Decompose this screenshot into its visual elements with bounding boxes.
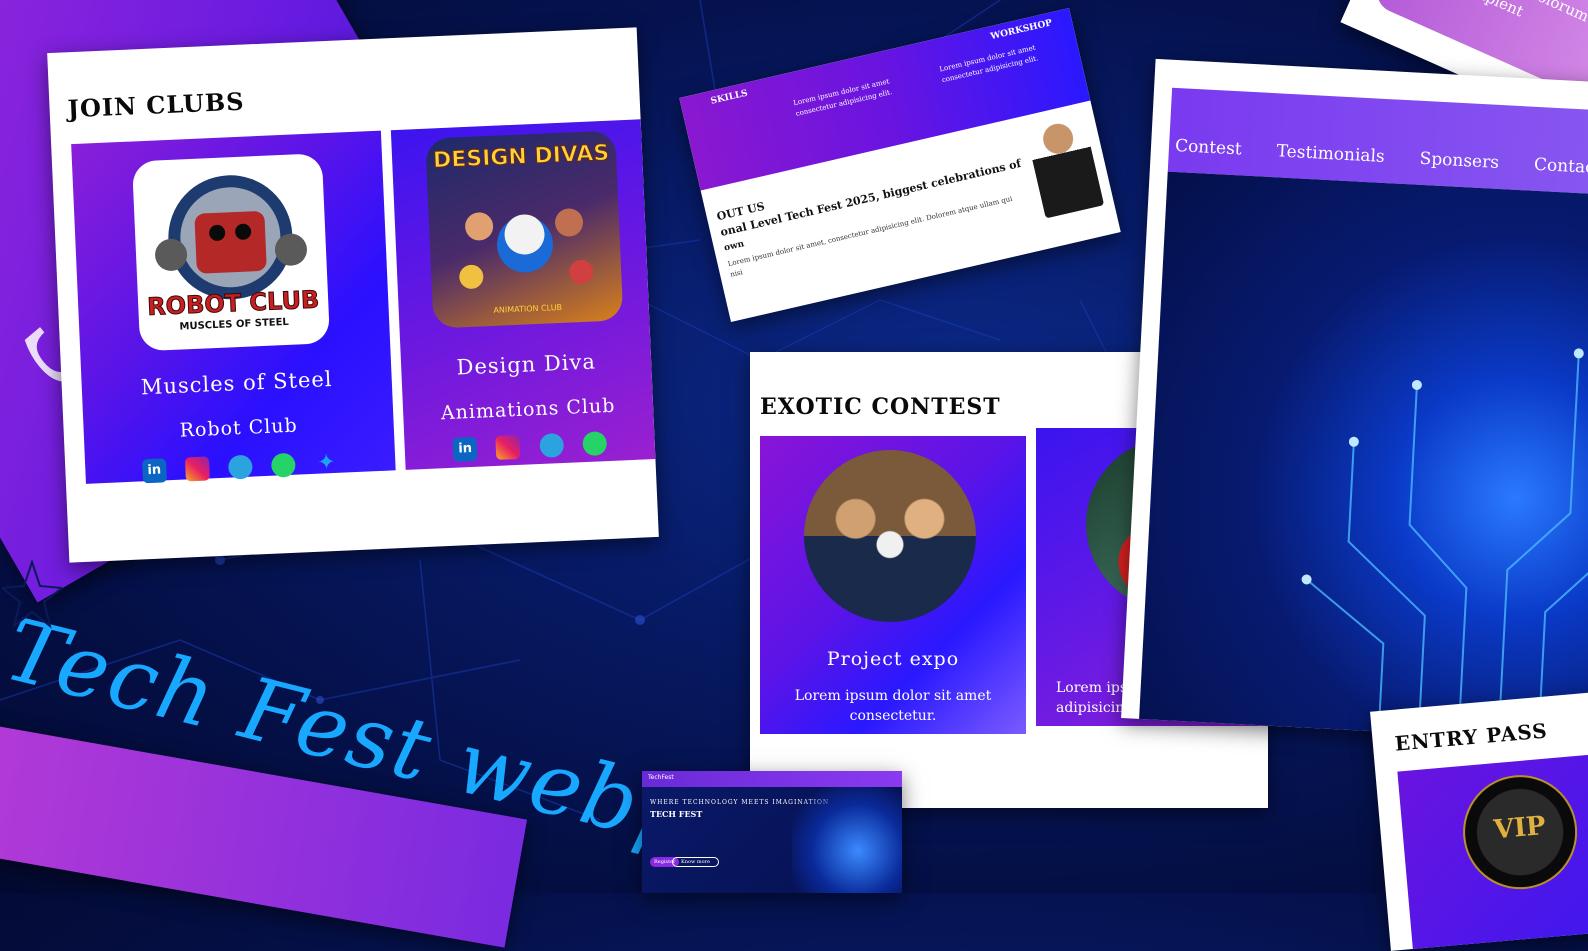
mini-brand: TechFest — [648, 774, 674, 781]
cartoon-character-icon — [459, 208, 594, 289]
instagram-icon[interactable] — [495, 434, 521, 460]
mini-nav: TechFest — [642, 771, 902, 787]
entry-pass-card: ENTRY PASS VIP — [1370, 689, 1588, 951]
telegram-icon[interactable] — [538, 432, 564, 459]
contest-card-project-expo[interactable]: Project expo Lorem ipsum dolor sit amet … — [760, 436, 1026, 734]
club-name-robot: Muscles of Steel — [140, 366, 333, 400]
nav-contact[interactable]: Contact — [1533, 155, 1588, 179]
linkedin-icon[interactable]: in — [141, 458, 167, 484]
nav-sponsers[interactable]: Sponsers — [1419, 149, 1499, 173]
nav-testimonials[interactable]: Testimonials — [1276, 141, 1385, 167]
vip-badge-icon: VIP — [1458, 770, 1582, 894]
instagram-icon[interactable] — [184, 456, 210, 482]
contest-title: EXOTIC CONTEST — [760, 394, 1001, 420]
about-subhead: own — [723, 239, 746, 254]
hero-tech-image — [1138, 171, 1588, 746]
vip-badge-text: VIP — [1492, 810, 1547, 846]
linkedin-icon[interactable]: in — [452, 436, 478, 462]
mini-circuit-image — [792, 787, 902, 893]
club-subtitle-robot: Robot Club — [179, 414, 299, 442]
circuit-icon — [1301, 348, 1588, 746]
entry-pass-band: VIP — [1397, 750, 1588, 951]
design-divas-logo: DESIGN DIVAS ANIMATION CLUB — [425, 130, 624, 329]
contest-desc-project-expo: Lorem ipsum dolor sit amet consectetur. — [794, 688, 992, 724]
entry-pass-title: ENTRY PASS — [1393, 718, 1549, 756]
social-row-design: in — [404, 429, 655, 464]
robot-club-logo: ROBOT CLUB MUSCLES OF STEEL — [131, 153, 331, 352]
contest-name-project-expo: Project expo — [826, 648, 960, 670]
skills-label: SKILLS — [709, 88, 749, 107]
about-lorem-short: Lorem ipsum dolor sit amet consectetur a… — [792, 77, 893, 119]
star-icon — [2, 560, 62, 629]
join-clubs-card: JOIN CLUBS ROBOT CLUB MUSCLES OF STEEL M… — [47, 27, 659, 563]
whatsapp-icon[interactable] — [270, 452, 296, 478]
club-card-design[interactable]: DESIGN DIVAS ANIMATION CLUB Design Diva … — [390, 119, 656, 470]
club-subtitle-design: Animations Club — [440, 394, 616, 425]
social-row-robot: in ✦ — [85, 448, 396, 485]
thinking-man-image — [1023, 107, 1105, 219]
club-card-robot[interactable]: ROBOT CLUB MUSCLES OF STEEL Muscles of S… — [71, 130, 396, 485]
join-clubs-title: JOIN CLUBS — [66, 86, 246, 124]
mini-title: TECH FEST — [650, 809, 703, 819]
nav-hero-card: Contest Testimonials Sponsers Contact — [1121, 58, 1588, 746]
whatsapp-icon[interactable] — [581, 431, 607, 457]
club-name-design: Design Diva — [456, 349, 597, 380]
nav-contest[interactable]: Contest — [1175, 136, 1243, 159]
project-expo-image — [804, 450, 976, 622]
mini-button-more[interactable]: Know more — [672, 857, 719, 867]
mini-preview[interactable]: TechFest WHERE TECHNOLOGY MEETS IMAGINAT… — [642, 771, 902, 893]
telegram-icon[interactable] — [227, 454, 253, 480]
about-lorem-short-2: Lorem ipsum dolor sit amet consectetur a… — [938, 43, 1040, 85]
twitter-icon[interactable]: ✦ — [314, 450, 339, 476]
